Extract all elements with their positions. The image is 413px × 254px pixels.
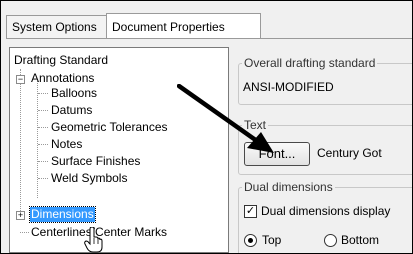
tree-connector [38,178,48,179]
tree-connector [38,93,48,94]
tree-item-surface-finishes[interactable]: Surface Finishes [51,154,140,169]
expand-icon[interactable]: + [16,211,25,220]
tree-item-dimensions[interactable]: Dimensions [29,206,96,223]
tree-connector [38,127,48,128]
tab-strip: System Options Document Properties [6,13,406,39]
tree-item-balloons[interactable]: Balloons [51,86,97,101]
tree-connector [20,232,29,233]
tree-connector [38,144,48,145]
dual-dimensions-display-checkbox[interactable]: ✓ [244,205,257,218]
tab-document-properties[interactable]: Document Properties [106,13,261,38]
hand-cursor-icon [84,227,103,253]
bottom-radio-label: Bottom [341,233,380,247]
bottom-radio[interactable] [324,234,337,247]
tree-item-annotations[interactable]: Annotations [31,71,94,86]
top-radio[interactable] [244,234,257,247]
tree-connector [20,69,21,219]
tree-connector [38,161,48,162]
tree-connector [37,81,38,198]
overall-standard-group-label: Overall drafting standard [242,56,378,70]
tree-item-notes[interactable]: Notes [51,137,82,152]
collapse-icon[interactable]: − [16,75,25,84]
tab-system-options[interactable]: System Options [6,15,107,38]
dual-dimensions-group-label: Dual dimensions [242,180,335,194]
document-properties-dialog: System Options Document Properties Draft… [0,0,413,254]
tree-item-drafting-standard[interactable]: Drafting Standard [14,53,108,68]
top-radio-label: Top [262,233,282,247]
dual-dimensions-display-label: Dual dimensions display [261,204,391,218]
tree-item-datums[interactable]: Datums [51,103,92,118]
tree-item-weld-symbols[interactable]: Weld Symbols [51,171,127,186]
tree-item-geometric-tolerances[interactable]: Geometric Tolerances [51,120,168,135]
annotation-arrow-icon [177,84,274,153]
tree-connector [38,110,48,111]
font-name-value: Century Got [317,146,382,160]
